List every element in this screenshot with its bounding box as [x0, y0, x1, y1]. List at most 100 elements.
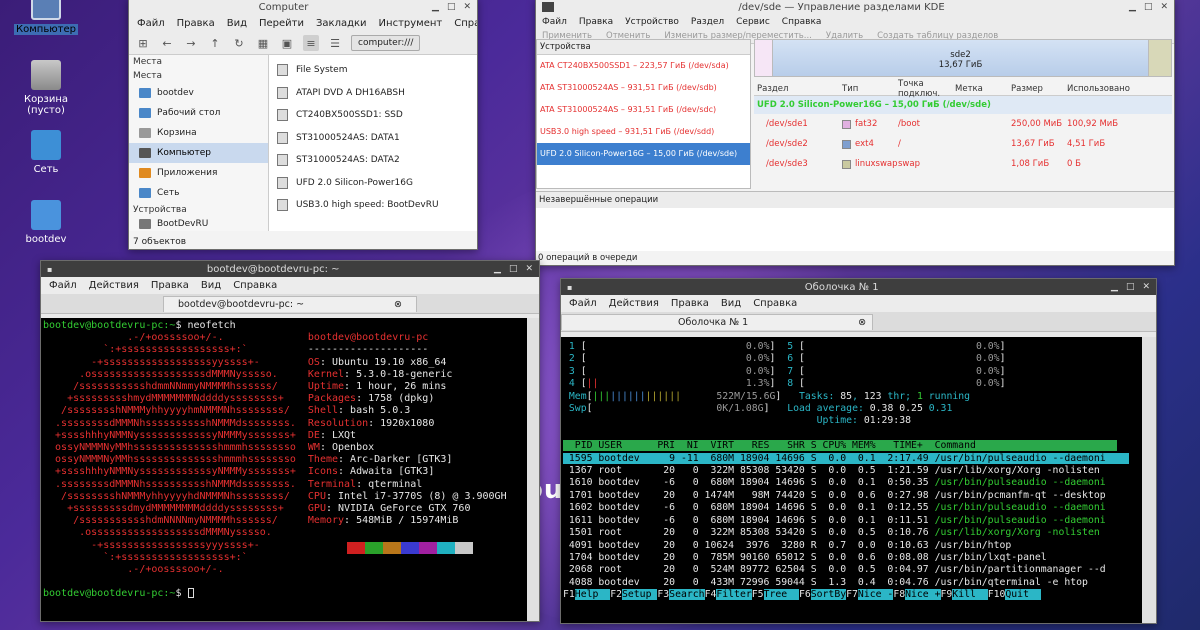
place-desktop[interactable]: Рабочий стол	[129, 103, 268, 123]
table-row[interactable]: 1610 bootdev -6 0 680M 18904 14696 S 0.0…	[563, 477, 1106, 488]
device-row[interactable]: ATA ST31000524AS – 931,51 ГиБ (/dev/sdb)	[537, 77, 750, 99]
function-key[interactable]: F8Nice +	[893, 589, 941, 601]
titlebar[interactable]: ▪ Оболочка № 1 ▁ □ ✕	[561, 279, 1156, 295]
col-type[interactable]: Тип	[842, 84, 898, 94]
menu-help[interactable]: Справка	[233, 280, 277, 291]
place-trash[interactable]: Корзина	[129, 123, 268, 143]
list-item[interactable]: ST31000524AS: DATA1	[273, 127, 473, 150]
close-tab-icon[interactable]: ⊗	[394, 299, 402, 310]
desktop-icon-computer[interactable]: Компьютер	[6, 0, 86, 35]
menu-view[interactable]: Вид	[721, 298, 741, 309]
menu-edit[interactable]: Правка	[579, 17, 613, 27]
menu-edit[interactable]: Правка	[151, 280, 189, 291]
titlebar[interactable]: /dev/sde — Управление разделами KDE ▁ □ ✕	[536, 0, 1174, 15]
scrollbar[interactable]	[1142, 337, 1156, 623]
table-row[interactable]: 1704 bootdev 20 0 785M 90160 65012 S 0.0…	[563, 552, 1047, 563]
graph-segment-sde2[interactable]: sde2 13,67 ГиБ	[773, 40, 1149, 76]
desktop-icon-bootdev[interactable]: bootdev	[6, 200, 86, 245]
function-key[interactable]: F9Kill	[941, 589, 988, 601]
table-row[interactable]: /dev/sde2 ext4 / 13,67 ГиБ 4,51 ГиБ	[754, 134, 1172, 154]
function-key[interactable]: F10Quit	[988, 589, 1041, 601]
device-row[interactable]: UFD 2.0 Silicon-Power16G – 15,00 ГиБ (/d…	[537, 143, 750, 165]
titlebar[interactable]: ▪ bootdev@bootdevru-pc: ~ ▁ □ ✕	[41, 261, 539, 277]
device-group-row[interactable]: UFD 2.0 Silicon-Power16G – 15,00 ГиБ (/d…	[754, 96, 1172, 114]
menu-help[interactable]: Справка	[454, 18, 477, 29]
address-bar[interactable]: computer:///	[351, 35, 421, 51]
maximize-icon[interactable]: □	[447, 2, 456, 12]
close-tab-icon[interactable]: ⊗	[858, 317, 866, 328]
table-row[interactable]: 1501 root 20 0 322M 85308 53420 S 0.0 0.…	[563, 527, 1100, 538]
menu-edit[interactable]: Правка	[177, 18, 215, 29]
col-used[interactable]: Использовано	[1067, 84, 1130, 94]
device-row[interactable]: ATA CT240BX500SSD1 – 223,57 ГиБ (/dev/sd…	[537, 55, 750, 77]
forward-icon[interactable]: →	[183, 35, 199, 51]
menu-actions[interactable]: Действия	[609, 298, 659, 309]
tab-terminal[interactable]: Оболочка № 1 ⊗	[561, 313, 874, 330]
maximize-icon[interactable]: □	[509, 264, 518, 274]
compact-view-icon[interactable]: ≡	[303, 35, 319, 51]
function-key[interactable]: F7Nice -	[846, 589, 894, 601]
menu-go[interactable]: Перейти	[259, 18, 304, 29]
menu-bookmarks[interactable]: Закладки	[316, 18, 367, 29]
list-item[interactable]: USB3.0 high speed: BootDevRU	[273, 194, 473, 217]
list-item[interactable]: ATAPI DVD A DH16ABSH	[273, 82, 473, 105]
device-row[interactable]: ATA ST31000524AS – 931,51 ГиБ (/dev/sdc)	[537, 99, 750, 121]
detailed-view-icon[interactable]: ☰	[327, 35, 343, 51]
desktop-icon-trash[interactable]: Корзина (пусто)	[6, 60, 86, 116]
terminal-output[interactable]: bootdev@bootdevru-pc:~$ neofetch .-/+oos…	[41, 318, 527, 621]
reload-icon[interactable]: ↻	[231, 35, 247, 51]
col-size[interactable]: Размер	[1011, 84, 1067, 94]
back-icon[interactable]: ←	[159, 35, 175, 51]
menu-file[interactable]: Файл	[137, 18, 165, 29]
menu-help[interactable]: Справка	[753, 298, 797, 309]
menu-actions[interactable]: Действия	[89, 280, 139, 291]
table-row[interactable]: /dev/sde3 linuxswap swap 1,08 ГиБ 0 Б	[754, 154, 1172, 174]
device-row[interactable]: USB3.0 high speed – 931,51 ГиБ (/dev/sdd…	[537, 121, 750, 143]
place-bootdev[interactable]: bootdev	[129, 83, 268, 103]
up-icon[interactable]: ↑	[207, 35, 223, 51]
col-partition[interactable]: Раздел	[754, 84, 842, 94]
thumbnail-view-icon[interactable]: ▣	[279, 35, 295, 51]
menu-file[interactable]: Файл	[569, 298, 597, 309]
list-item[interactable]: File System	[273, 59, 473, 82]
table-row[interactable]: 4088 bootdev 20 0 433M 72996 59044 S 1.3…	[563, 577, 1088, 588]
tab-terminal[interactable]: bootdev@bootdevru-pc: ~ ⊗	[162, 295, 417, 312]
minimize-icon[interactable]: ▁	[494, 264, 501, 274]
place-computer[interactable]: Компьютер	[129, 143, 268, 163]
minimize-icon[interactable]: ▁	[1111, 282, 1118, 292]
menu-file[interactable]: Файл	[542, 17, 567, 27]
menu-tools[interactable]: Сервис	[736, 17, 770, 27]
list-item[interactable]: ST31000524AS: DATA2	[273, 149, 473, 172]
menu-view[interactable]: Вид	[201, 280, 221, 291]
graph-segment-sde3[interactable]	[1149, 40, 1171, 76]
desktop-icon-network[interactable]: Сеть	[6, 130, 86, 175]
menu-partition[interactable]: Раздел	[691, 17, 724, 27]
side-pane-selector[interactable]: Места	[129, 55, 268, 69]
menu-tools[interactable]: Инструмент	[379, 18, 443, 29]
table-row[interactable]: 1611 bootdev -6 0 680M 18904 14696 S 0.0…	[563, 515, 1106, 526]
menu-help[interactable]: Справка	[782, 17, 822, 27]
menu-device[interactable]: Устройство	[625, 17, 679, 27]
terminal-output[interactable]: 1 [ 0.0%] 5 [ 0.0%] 2 [ 0.0%] 6 [ 0.0%] …	[561, 337, 1144, 623]
icon-view-icon[interactable]: ▦	[255, 35, 271, 51]
function-key[interactable]: F6SortBy	[799, 589, 847, 601]
menu-file[interactable]: Файл	[49, 280, 77, 291]
device-bootdevru[interactable]: BootDevRU	[129, 217, 268, 231]
table-row[interactable]: 1595 bootdev 9 -11 680M 18904 14696 S 0.…	[563, 452, 1130, 464]
menu-edit[interactable]: Правка	[671, 298, 709, 309]
menu-view[interactable]: Вид	[227, 18, 247, 29]
close-icon[interactable]: ✕	[463, 2, 471, 12]
close-icon[interactable]: ✕	[525, 264, 533, 274]
table-row[interactable]: 1701 bootdev 20 0 1474M 98M 74420 S 0.0 …	[563, 490, 1106, 501]
new-tab-icon[interactable]: ⊞	[135, 35, 151, 51]
close-icon[interactable]: ✕	[1160, 2, 1168, 12]
scrollbar[interactable]	[527, 318, 539, 621]
maximize-icon[interactable]: □	[1144, 2, 1153, 12]
minimize-icon[interactable]: ▁	[1129, 2, 1136, 12]
table-row[interactable]: 1602 bootdev -6 0 680M 18904 14696 S 0.0…	[563, 502, 1106, 513]
function-key[interactable]: F2Setup	[610, 589, 658, 601]
titlebar[interactable]: Computer ▁ □ ✕	[129, 0, 477, 15]
function-key[interactable]: F3Search	[657, 589, 705, 601]
table-row[interactable]: 2068 root 20 0 524M 89772 62504 S 0.0 0.…	[563, 564, 1106, 575]
function-key[interactable]: F1Help	[563, 589, 611, 601]
